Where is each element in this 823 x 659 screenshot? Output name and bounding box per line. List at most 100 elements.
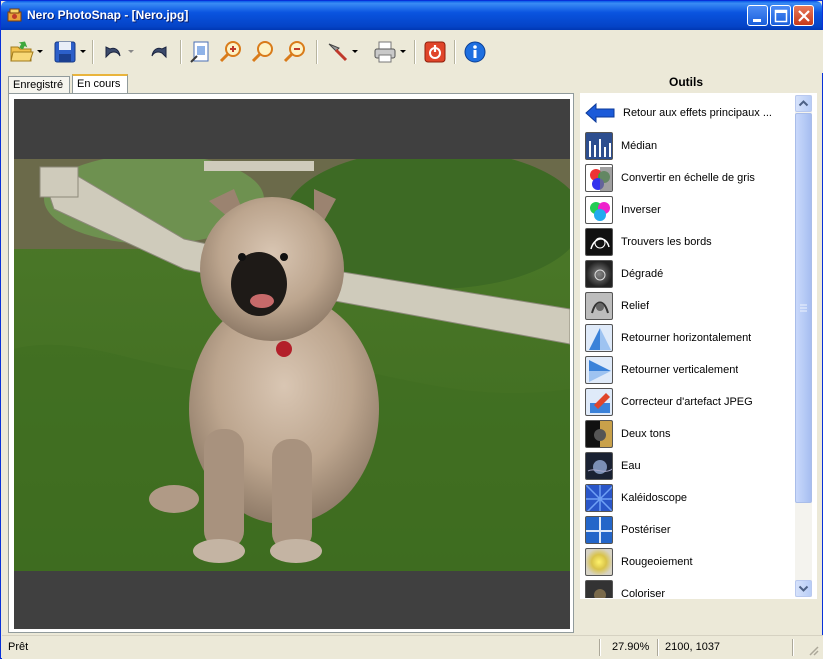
tab-saved[interactable]: Enregistré [8,76,70,94]
tool-label: Relief [621,300,650,312]
print-icon [374,41,396,63]
posterize-icon [585,516,613,544]
scroll-thumb[interactable] [795,113,812,503]
tool-item-posterize[interactable]: Postériser [585,514,795,546]
tool-label: Retourner verticalement [621,364,739,376]
toolbar-separator [414,40,415,64]
puppy-photo-image [14,159,570,571]
colorize-icon [585,580,613,598]
tool-item-grayscale[interactable]: Convertir en échelle de gris [585,162,795,194]
toolbar-separator [454,40,455,64]
tool-item-kaleidoscope[interactable]: Kaléidoscope [585,482,795,514]
zoom-actual-icon [251,41,273,63]
water-icon [585,452,613,480]
open-button[interactable] [9,39,35,65]
adjust-tools-icon [328,43,348,62]
image-canvas[interactable] [14,99,570,629]
tool-label: Postériser [621,524,671,536]
canvas-frame [8,93,574,633]
zoom-in-button[interactable] [218,39,244,65]
zoom-out-button[interactable] [282,39,308,65]
tool-item-relief[interactable]: Relief [585,290,795,322]
tool-item-glow[interactable]: Rougeoiement [585,546,795,578]
grip-icon [800,304,807,312]
close-button[interactable] [793,5,814,26]
status-divider [599,639,600,656]
relief-icon [585,292,613,320]
zoom-actual-button[interactable] [250,39,276,65]
tool-label: Retourner horizontalement [621,332,752,344]
glow-icon [585,548,613,576]
zoom-in-icon [219,41,241,63]
tool-label: Kaléidoscope [621,492,688,504]
maximize-button[interactable] [770,5,791,26]
find-edges-icon [585,228,613,256]
tool-item-flip-vertical[interactable]: Retourner verticalement [585,354,795,386]
power-icon [424,41,446,63]
resize-grip-icon[interactable] [807,644,819,656]
undo-dropdown-icon[interactable] [128,49,135,55]
print-dropdown-icon[interactable] [400,49,407,55]
zoom-out-icon [283,41,305,63]
minimize-button[interactable] [747,5,768,26]
tool-item-jpeg-artifact[interactable]: Correcteur d'artefact JPEG [585,386,795,418]
toolbar-separator [316,40,317,64]
tool-item-gradient[interactable]: Dégradé [585,258,795,290]
save-dropdown-icon[interactable] [80,49,87,55]
status-divider [657,639,658,656]
title-bar[interactable]: Nero PhotoSnap - [Nero.jpg] [1,1,822,30]
back-arrow-icon [585,102,615,124]
photo-puppy[interactable] [14,159,570,571]
back-to-main-effects[interactable]: Retour aux effets principaux ... [585,97,795,129]
image-dimensions: 2100, 1037 [665,641,721,653]
kaleidoscope-icon [585,484,613,512]
tool-item-duotone[interactable]: Deux tons [585,418,795,450]
tool-item-invert[interactable]: Inverser [585,194,795,226]
jpeg-artifact-icon [585,388,613,416]
print-button[interactable] [372,39,398,65]
app-window: Nero PhotoSnap - [Nero.jpg] Enregistré E… [0,0,823,659]
tool-item-median[interactable]: Médian [585,130,795,162]
tool-label: Inverser [621,204,661,216]
app-icon [7,8,22,22]
fit-page-button[interactable] [188,39,214,65]
back-label: Retour aux effets principaux ... [623,107,772,119]
tool-label: Convertir en échelle de gris [621,172,755,184]
adjust-dropdown-icon[interactable] [352,49,359,55]
about-button[interactable] [462,39,488,65]
tools-panel: Retour aux effets principaux ... Médian … [580,93,817,599]
exit-button[interactable] [422,39,448,65]
tool-item-colorize[interactable]: Coloriser [585,578,795,598]
tool-item-water[interactable]: Eau [585,450,795,482]
open-dropdown-icon[interactable] [37,49,44,55]
undo-icon [105,46,121,59]
tool-label: Trouvers les bords [621,236,712,248]
tools-panel-title: Outils [669,75,704,89]
tools-scrollbar[interactable] [795,95,812,597]
tool-item-flip-horizontal[interactable]: Retourner horizontalement [585,322,795,354]
save-icon [54,41,76,63]
undo-button[interactable] [100,39,126,65]
scroll-down-icon [798,585,809,592]
redo-icon [151,46,167,59]
scroll-up-button[interactable] [795,95,812,112]
status-text: Prêt [8,641,29,653]
scroll-up-icon [798,100,809,107]
redo-button[interactable] [146,39,172,65]
toolbar-separator [92,40,93,64]
grayscale-icon [585,164,613,192]
tool-label: Médian [621,140,658,152]
open-folder-icon [10,41,34,62]
toolbar-separator [180,40,181,64]
zoom-level: 27.90% [612,641,650,653]
adjust-tools-button[interactable] [324,39,350,65]
save-button[interactable] [52,39,78,65]
scroll-down-button[interactable] [795,580,812,597]
tool-item-find-edges[interactable]: Trouvers les bords [585,226,795,258]
close-icon [798,10,810,22]
tab-current[interactable]: En cours [72,74,128,94]
duotone-icon [585,420,613,448]
status-divider [792,639,793,656]
invert-icon [585,196,613,224]
tool-label: Correcteur d'artefact JPEG [621,396,753,408]
